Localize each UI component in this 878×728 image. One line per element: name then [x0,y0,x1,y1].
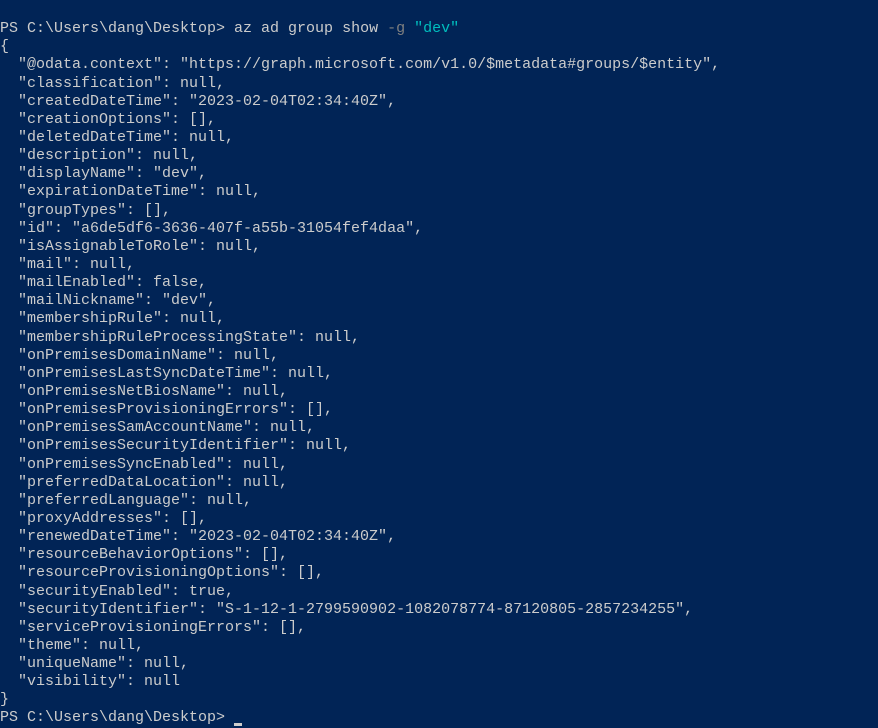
json-line: "preferredLanguage": null, [0,492,252,509]
json-line: "theme": null, [0,637,144,654]
prompt-line-1: PS C:\Users\dang\Desktop> az ad group sh… [0,20,459,37]
json-close-brace: } [0,691,9,708]
json-line: "onPremisesNetBiosName": null, [0,383,288,400]
json-line: "mailEnabled": false, [0,274,207,291]
json-line: "mail": null, [0,256,135,273]
ps-prompt: PS C:\Users\dang\Desktop> [0,20,234,37]
json-line: "displayName": "dev", [0,165,207,182]
json-line: "preferredDataLocation": null, [0,474,288,491]
json-line: "onPremisesSamAccountName": null, [0,419,315,436]
json-line: "onPremisesLastSyncDateTime": null, [0,365,333,382]
json-line: "isAssignableToRole": null, [0,238,261,255]
json-open-brace: { [0,38,9,55]
json-line: "proxyAddresses": [], [0,510,207,527]
ps-prompt: PS C:\Users\dang\Desktop> [0,709,234,726]
json-line: "expirationDateTime": null, [0,183,261,200]
json-line: "membershipRule": null, [0,310,225,327]
command-flag: -g [387,20,414,37]
json-line: "uniqueName": null, [0,655,189,672]
command-name: az ad group show [234,20,387,37]
json-line: "resourceBehaviorOptions": [], [0,546,288,563]
json-line: "groupTypes": [], [0,202,171,219]
powershell-terminal[interactable]: PS C:\Users\dang\Desktop> az ad group sh… [0,2,878,728]
json-line: "onPremisesSecurityIdentifier": null, [0,437,351,454]
json-line: "visibility": null [0,673,180,690]
json-line: "onPremisesDomainName": null, [0,347,279,364]
json-line: "@odata.context": "https://graph.microso… [0,56,720,73]
json-line: "serviceProvisioningErrors": [], [0,619,306,636]
json-line: "createdDateTime": "2023-02-04T02:34:40Z… [0,93,396,110]
json-line: "onPremisesSyncEnabled": null, [0,456,288,473]
prompt-line-2: PS C:\Users\dang\Desktop> [0,709,242,726]
json-line: "deletedDateTime": null, [0,129,234,146]
json-line: "securityIdentifier": "S-1-12-1-27995909… [0,601,693,618]
json-line: "membershipRuleProcessingState": null, [0,329,360,346]
json-line: "mailNickname": "dev", [0,292,216,309]
json-line: "onPremisesProvisioningErrors": [], [0,401,333,418]
json-line: "classification": null, [0,75,225,92]
cursor-icon [234,723,242,726]
json-line: "creationOptions": [], [0,111,216,128]
json-line: "description": null, [0,147,198,164]
json-line: "renewedDateTime": "2023-02-04T02:34:40Z… [0,528,396,545]
json-line: "resourceProvisioningOptions": [], [0,564,324,581]
json-line: "id": "a6de5df6-3636-407f-a55b-31054fef4… [0,220,423,237]
json-line: "securityEnabled": true, [0,583,234,600]
command-argument: "dev" [414,20,459,37]
